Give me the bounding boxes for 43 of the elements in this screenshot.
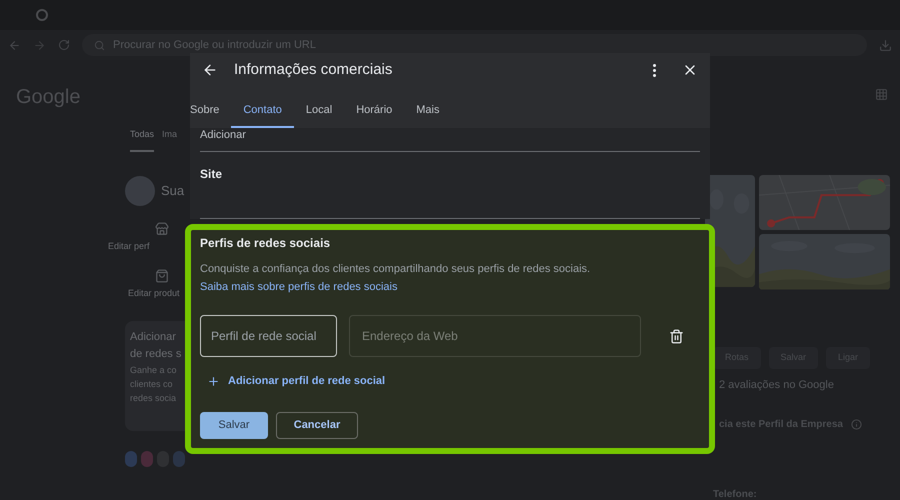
section-title: Perfis de redes sociais	[200, 235, 332, 252]
social-logo-icon	[173, 450, 185, 466]
search-tab[interactable]: Todas	[130, 128, 154, 152]
dialog-tab[interactable]: Horário	[344, 98, 404, 128]
social-logo-icon	[141, 450, 153, 466]
card-title: Adicionar	[130, 330, 176, 344]
reload-icon[interactable]	[58, 39, 70, 51]
apps-icon[interactable]	[875, 88, 888, 101]
avatar-icon	[125, 176, 155, 206]
add-profile-button[interactable]: Adicionar perfil de rede social	[207, 373, 386, 390]
card-text: Ganhe a co	[130, 364, 177, 376]
delete-icon[interactable]	[669, 328, 684, 344]
web-address-field[interactable]: Endereço da Web	[349, 315, 641, 357]
card-title: de redes s	[130, 346, 182, 362]
action-label[interactable]: Editar perf	[108, 240, 150, 253]
learn-more-link[interactable]: Saiba mais sobre perfis de redes sociais	[200, 278, 700, 295]
plus-icon	[207, 374, 220, 388]
social-profile-select[interactable]: Perfil de rede social	[200, 315, 337, 357]
dialog-tab[interactable]: Mais	[404, 98, 452, 128]
dialog-tab[interactable]: Sobre	[190, 98, 232, 128]
action-label[interactable]: Editar produt	[128, 287, 180, 300]
business-name: Sua	[161, 182, 184, 200]
card-text: clientes co	[130, 378, 173, 390]
dialog-title: Informações comerciais	[234, 60, 392, 80]
card-text: redes socia	[130, 392, 176, 404]
social-logo-icon	[125, 450, 137, 466]
field-label: Site	[200, 166, 224, 183]
search-icon	[94, 40, 105, 50]
download-icon[interactable]	[879, 38, 892, 52]
bag-icon	[155, 269, 169, 283]
section-description: Conquiste a confiança dos clientes compartilhando seus perfis de redes sociais.	[200, 262, 592, 277]
more-icon	[653, 64, 656, 76]
tab-favicon-icon[interactable]	[36, 9, 48, 21]
info-icon	[850, 419, 862, 430]
save-button[interactable]: Salvar	[200, 412, 268, 438]
reviews-text: 2 avaliações no Google	[719, 378, 835, 392]
cancel-button[interactable]: Cancelar	[276, 412, 358, 438]
search-tab[interactable]: Ima	[162, 128, 178, 152]
field-label: Adicionar	[200, 128, 247, 142]
back-icon[interactable]	[8, 38, 21, 52]
store-icon	[155, 222, 169, 236]
forward-icon[interactable]	[33, 38, 46, 52]
dialog-tab[interactable]: Local	[294, 98, 344, 128]
